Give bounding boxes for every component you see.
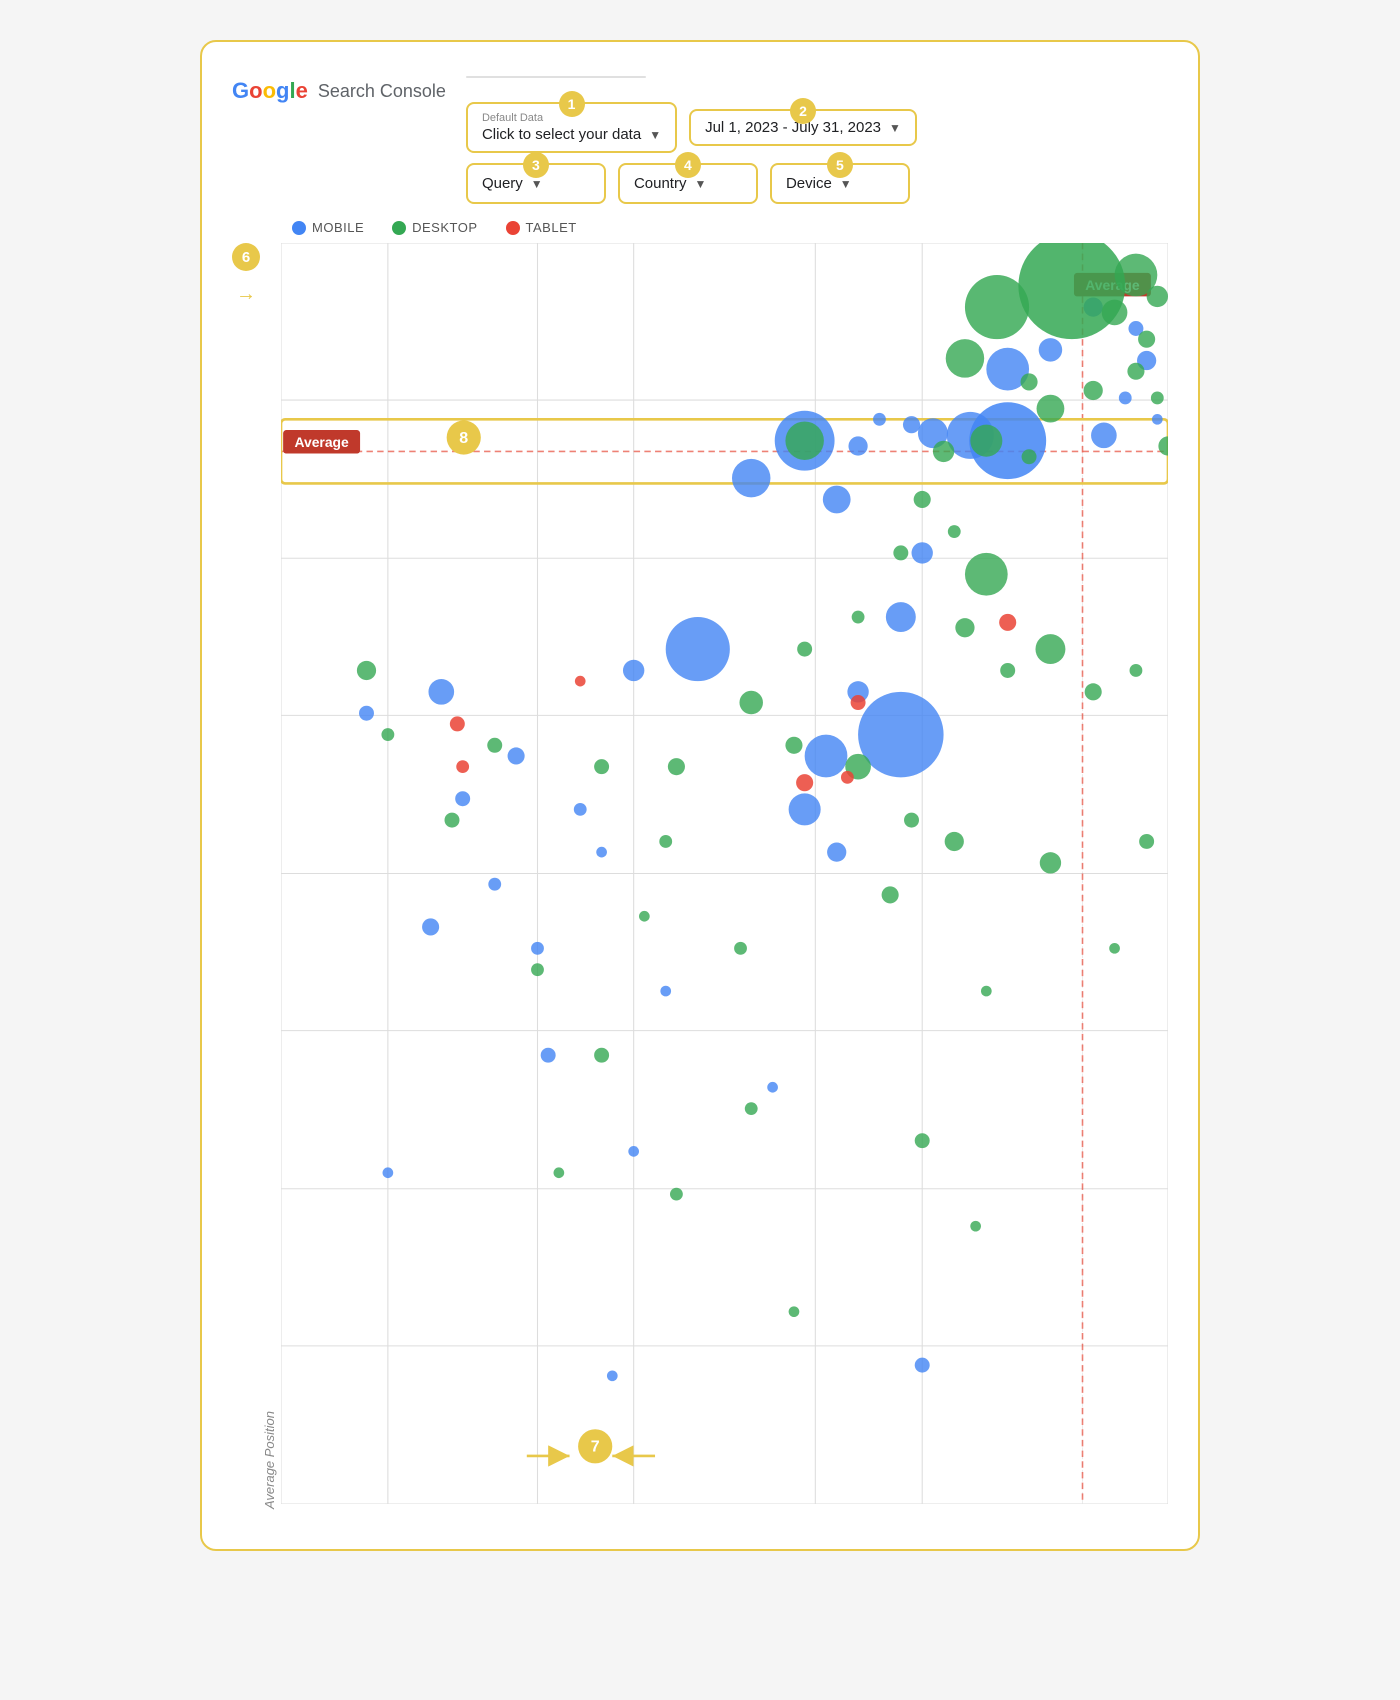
svg-text:8: 8 [459, 429, 468, 447]
legend-tablet: TABLET [506, 220, 577, 235]
badge-1: 1 [559, 91, 585, 117]
badge-4: 4 [675, 152, 701, 178]
chart-legend: MOBILE DESKTOP TABLET [292, 220, 1168, 235]
main-card: Google Search Console 1 Default Data Cli… [200, 40, 1200, 1551]
header-controls: 1 Default Data Click to select your data… [466, 72, 1168, 204]
chart-svg: Average Average 1 5 10 15 20 30 40 0% 0.… [281, 243, 1168, 1504]
header-row1: 1 Default Data Click to select your data… [466, 102, 1168, 153]
dropdown-arrow-icon: ▼ [694, 177, 706, 191]
dropdown-arrow-icon: ▼ [531, 177, 543, 191]
dropdown-arrow-icon: ▼ [889, 121, 901, 135]
app-subtitle: Search Console [318, 81, 446, 102]
svg-text:7: 7 [591, 1438, 600, 1456]
date-range-dropdown[interactable]: 2 Jul 1, 2023 - July 31, 2023 ▼ [689, 109, 917, 146]
chart-wrapper: 6 → Average Position [232, 243, 1168, 1509]
badge-6-annot: 6 [232, 243, 260, 271]
mobile-dot [292, 221, 306, 235]
country-label: Country [634, 175, 687, 192]
query-label: Query [482, 175, 523, 192]
chart-area: Average Average 1 5 10 15 20 30 40 0% 0.… [281, 243, 1168, 1509]
svg-text:Average: Average [294, 434, 349, 450]
data-value: Click to select your data ▼ [482, 126, 661, 143]
dropdown-arrow-icon: ▼ [840, 177, 852, 191]
logo-separator [466, 76, 646, 78]
dropdown-arrow-icon: ▼ [649, 128, 661, 142]
legend-desktop: DESKTOP [392, 220, 477, 235]
badge-3: 3 [523, 152, 549, 178]
legend-mobile: MOBILE [292, 220, 364, 235]
query-dropdown[interactable]: 3 Query ▼ [466, 163, 606, 204]
google-logo: Google Search Console [232, 78, 446, 104]
desktop-dot [392, 221, 406, 235]
badge-5: 5 [827, 152, 853, 178]
device-dropdown[interactable]: 5 Device ▼ [770, 163, 910, 204]
y-axis-label: Average Position [262, 243, 277, 1509]
tablet-dot [506, 221, 520, 235]
badge-2: 2 [790, 98, 816, 124]
data-selector-dropdown[interactable]: 1 Default Data Click to select your data… [466, 102, 677, 153]
header-row2: 3 Query ▼ 4 Country ▼ 5 Device ▼ [466, 163, 1168, 204]
device-label: Device [786, 175, 832, 192]
country-dropdown[interactable]: 4 Country ▼ [618, 163, 758, 204]
header: Google Search Console 1 Default Data Cli… [232, 72, 1168, 204]
